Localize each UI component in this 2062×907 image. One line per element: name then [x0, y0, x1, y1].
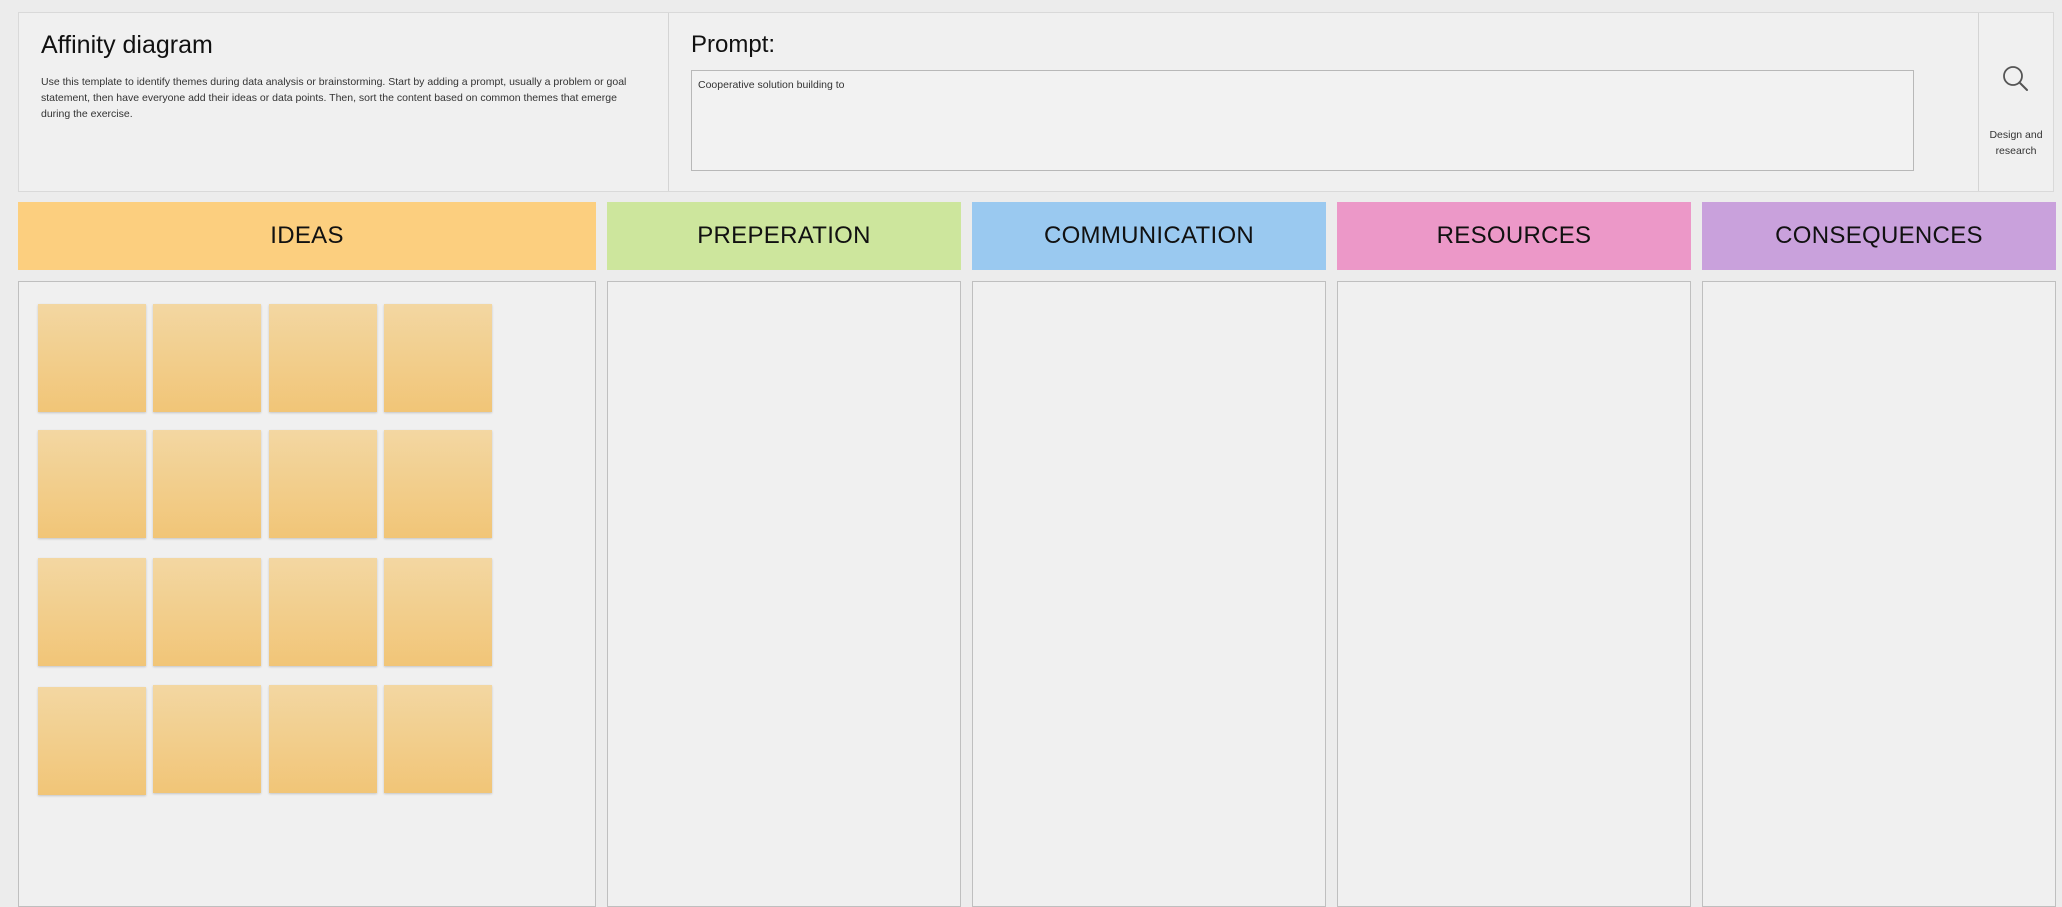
- template-title: Affinity diagram: [41, 31, 213, 59]
- prompt-label: Prompt:: [691, 31, 776, 58]
- sticky-note[interactable]: [38, 558, 146, 666]
- sticky-note[interactable]: [384, 304, 492, 412]
- intro-panel: Affinity diagram Use this template to id…: [19, 13, 669, 191]
- column-area-resources[interactable]: [1337, 281, 1691, 907]
- column-area-consequences[interactable]: [1702, 281, 2056, 907]
- sticky-note[interactable]: [38, 304, 146, 412]
- sticky-note[interactable]: [153, 558, 261, 666]
- affinity-board: Affinity diagram Use this template to id…: [0, 0, 2062, 907]
- column-area-ideas[interactable]: [18, 281, 596, 907]
- sticky-note[interactable]: [384, 430, 492, 538]
- sticky-note[interactable]: [153, 304, 261, 412]
- column-header-communication[interactable]: COMMUNICATION: [972, 202, 1326, 270]
- sticky-note[interactable]: [38, 687, 146, 795]
- template-description: Use this template to identify themes dur…: [41, 76, 627, 120]
- sticky-note[interactable]: [38, 430, 146, 538]
- column-area-communication[interactable]: [972, 281, 1326, 907]
- sticky-note[interactable]: [269, 685, 377, 793]
- column-header-preperation[interactable]: PREPERATION: [607, 202, 961, 270]
- sticky-note[interactable]: [153, 685, 261, 793]
- column-area-preperation[interactable]: [607, 281, 961, 907]
- sticky-note[interactable]: [269, 304, 377, 412]
- sticky-note[interactable]: [384, 558, 492, 666]
- template-library[interactable]: Design and research: [1979, 13, 2053, 191]
- sticky-note[interactable]: [269, 558, 377, 666]
- template-header: Affinity diagram Use this template to id…: [18, 12, 2054, 192]
- column-header-consequences[interactable]: CONSEQUENCES: [1702, 202, 2056, 270]
- sticky-note[interactable]: [384, 685, 492, 793]
- library-label: Design and research: [1989, 129, 2043, 157]
- prompt-input[interactable]: Cooperative solution building to: [691, 70, 1914, 171]
- prompt-panel: Prompt: Cooperative solution building to: [669, 13, 1979, 191]
- search-icon[interactable]: [1999, 63, 2033, 102]
- column-header-resources[interactable]: RESOURCES: [1337, 202, 1691, 270]
- sticky-note[interactable]: [269, 430, 377, 538]
- column-header-ideas[interactable]: IDEAS: [18, 202, 596, 270]
- sticky-note[interactable]: [153, 430, 261, 538]
